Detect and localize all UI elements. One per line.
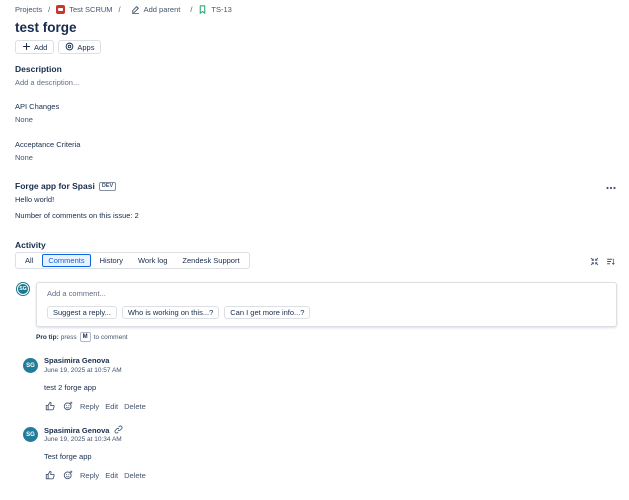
forge-panel-line-1: Hello world!: [15, 195, 55, 204]
pro-tip-label: Pro tip:: [36, 333, 59, 341]
thumbs-up-icon[interactable]: [44, 469, 56, 481]
add-button-label: Add: [34, 42, 48, 52]
avatar[interactable]: SG: [23, 427, 38, 442]
sort-icon[interactable]: [606, 257, 615, 266]
delete-button[interactable]: Delete: [124, 471, 146, 480]
breadcrumb-separator: /: [48, 4, 51, 14]
apps-button[interactable]: Apps: [58, 40, 102, 54]
delete-button[interactable]: Delete: [124, 402, 146, 411]
comment-suggestions: Suggest a reply... Who is working on thi…: [47, 306, 311, 319]
field-acceptance-criteria-value[interactable]: None: [15, 153, 33, 162]
comment-composer[interactable]: Add a comment... Suggest a reply... Who …: [36, 282, 617, 327]
breadcrumb-separator: /: [118, 4, 121, 14]
add-reaction-icon[interactable]: [62, 400, 74, 412]
thumbs-up-icon[interactable]: [44, 400, 56, 412]
pro-tip: Pro tip: press M to comment: [36, 332, 128, 342]
breadcrumb-add-parent[interactable]: Add parent: [131, 4, 181, 14]
page-title[interactable]: test forge: [15, 20, 77, 35]
breadcrumb: Projects / Test SCRUM / Add parent / TS-…: [15, 3, 232, 15]
breadcrumb-project[interactable]: Test SCRUM: [56, 4, 113, 14]
project-avatar-icon: [56, 4, 66, 14]
more-icon[interactable]: [606, 183, 616, 190]
breadcrumb-projects[interactable]: Projects: [15, 5, 42, 14]
tab-all[interactable]: All: [19, 254, 39, 267]
plus-icon: [22, 42, 31, 53]
comment-actions: Reply Edit Delete: [44, 400, 146, 412]
edit-button[interactable]: Edit: [105, 402, 118, 411]
link-icon[interactable]: [114, 425, 123, 436]
field-api-changes-label: API Changes: [15, 102, 60, 111]
forge-panel-header: Forge app for Spasi DEV: [15, 181, 117, 191]
tab-zendesk-support[interactable]: Zendesk Support: [176, 254, 245, 267]
suggest-reply-button[interactable]: Suggest a reply...: [47, 306, 117, 319]
breadcrumb-issue-key[interactable]: TS-13: [198, 4, 232, 14]
breadcrumb-issue-key-label: TS-13: [211, 4, 232, 14]
activity-heading: Activity: [15, 240, 46, 250]
comment-author-name: Spasimira Genova: [44, 426, 110, 435]
edit-button[interactable]: Edit: [105, 471, 118, 480]
breadcrumb-separator: /: [190, 4, 193, 14]
pro-tip-pre: press: [60, 333, 77, 341]
reply-button[interactable]: Reply: [80, 471, 99, 480]
who-is-working-button[interactable]: Who is working on this...?: [121, 306, 220, 319]
breadcrumb-project-label: Test SCRUM: [69, 4, 113, 14]
comment-timestamp[interactable]: June 19, 2025 at 10:57 AM: [44, 367, 122, 374]
reply-button[interactable]: Reply: [80, 402, 99, 411]
collapse-icon[interactable]: [590, 257, 599, 266]
comment-text: Test forge app: [44, 452, 92, 461]
pro-tip-post: to comment: [93, 333, 128, 341]
comment-author[interactable]: Spasimira Genova: [44, 425, 123, 436]
description-heading: Description: [15, 64, 62, 74]
apps-button-label: Apps: [77, 42, 95, 52]
pro-tip-key: M: [79, 332, 91, 342]
forge-panel-line-2: Number of comments on this issue: 2: [15, 211, 139, 220]
field-api-changes-value[interactable]: None: [15, 115, 33, 124]
comment-timestamp[interactable]: June 19, 2025 at 10:34 AM: [44, 436, 122, 443]
avatar: SG: [17, 283, 29, 295]
issue-toolbar: Add Apps: [15, 40, 102, 54]
tab-history[interactable]: History: [94, 254, 129, 267]
dev-badge: DEV: [98, 181, 117, 191]
breadcrumb-add-parent-label: Add parent: [143, 4, 181, 14]
tab-work-log[interactable]: Work log: [132, 254, 173, 267]
forge-panel-title: Forge app for Spasi: [15, 181, 95, 191]
bookmark-icon: [198, 4, 207, 14]
comment-text: test 2 forge app: [44, 383, 97, 392]
more-info-button[interactable]: Can I get more info...?: [224, 306, 311, 319]
comment-actions: Reply Edit Delete: [44, 469, 146, 481]
apps-icon: [65, 42, 74, 53]
comment-author-name: Spasimira Genova: [44, 356, 110, 365]
avatar[interactable]: SG: [23, 358, 38, 373]
activity-tabs: All Comments History Work log Zendesk Su…: [15, 252, 250, 269]
field-acceptance-criteria-label: Acceptance Criteria: [15, 140, 81, 149]
comment-author[interactable]: Spasimira Genova: [44, 356, 109, 365]
comment-input[interactable]: Add a comment...: [47, 289, 106, 298]
description-input[interactable]: Add a description...: [15, 78, 79, 87]
edit-icon: [131, 5, 140, 14]
add-button[interactable]: Add: [15, 40, 55, 54]
tab-comments[interactable]: Comments: [42, 254, 91, 267]
add-reaction-icon[interactable]: [62, 469, 74, 481]
